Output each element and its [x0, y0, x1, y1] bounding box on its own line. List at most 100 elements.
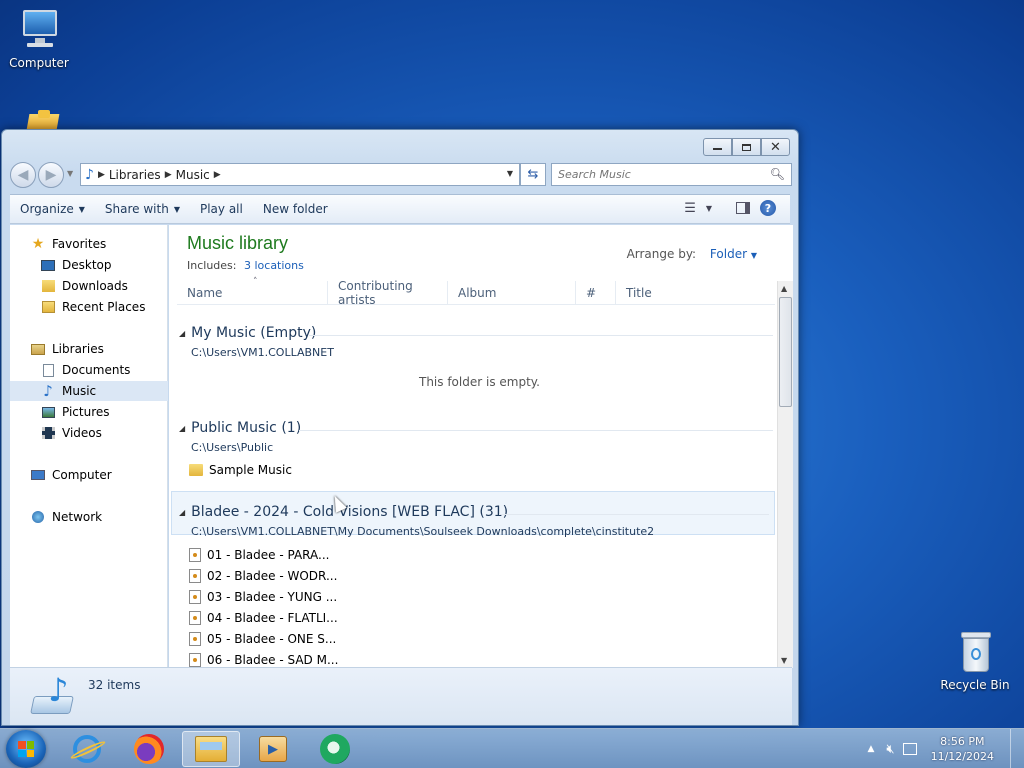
music-icon: ♪: [43, 382, 53, 400]
share-with-button[interactable]: Share with ▼: [95, 202, 190, 216]
preview-pane-icon[interactable]: [736, 202, 750, 214]
breadcrumb-libraries[interactable]: Libraries: [109, 168, 161, 182]
libraries-icon: [30, 341, 46, 357]
nav-label: Computer: [52, 468, 112, 482]
taskbar-windows-explorer[interactable]: [182, 731, 240, 767]
start-button[interactable]: [6, 730, 46, 768]
nav-network[interactable]: Network: [10, 507, 168, 527]
command-bar: Organize ▼ Share with ▼ Play all New folde…: [10, 194, 790, 224]
vertical-scrollbar[interactable]: ▲ ▼: [777, 281, 793, 668]
maximize-button[interactable]: [732, 138, 761, 156]
list-item-track[interactable]: 06 - Bladee - SAD M...: [189, 650, 338, 668]
nav-label: Recent Places: [62, 300, 146, 314]
arrange-by: Arrange by: Folder ▼: [627, 247, 757, 261]
clock-time: 8:56 PM: [940, 735, 985, 748]
nav-downloads[interactable]: Downloads: [10, 276, 168, 296]
collapse-triangle-icon[interactable]: ◢: [179, 424, 185, 433]
close-button[interactable]: ✕: [761, 138, 790, 156]
search-icon: 🔍︎: [769, 167, 785, 181]
group-title: Bladee - 2024 - Cold Visions [WEB FLAC] …: [191, 504, 509, 520]
refresh-button[interactable]: ⇆: [520, 163, 546, 186]
volume-muted-icon[interactable]: 🔇︎: [886, 742, 894, 757]
media-player-icon: ▶: [259, 736, 287, 762]
taskbar-firefox[interactable]: [120, 731, 178, 767]
play-all-label: Play all: [199, 202, 243, 216]
group-header-my-music[interactable]: ◢ My Music (Empty): [179, 325, 316, 341]
clock[interactable]: 8:56 PM 11/12/2024: [931, 734, 994, 764]
taskbar-app-green[interactable]: [306, 731, 364, 767]
audio-file-icon: [189, 569, 201, 583]
play-all-button[interactable]: Play all: [190, 202, 253, 216]
column-name[interactable]: Name: [177, 281, 321, 305]
scrollbar-thumb[interactable]: [779, 297, 792, 407]
column-album[interactable]: Album: [447, 281, 577, 305]
search-box[interactable]: 🔍︎: [551, 163, 792, 186]
group-header-public-music[interactable]: ◢ Public Music (1): [179, 420, 301, 436]
desktop-icon-computer[interactable]: Computer: [1, 8, 77, 70]
view-options-icon[interactable]: ☰: [684, 201, 696, 216]
list-item-track[interactable]: 02 - Bladee - WODR...: [189, 566, 337, 586]
nav-music[interactable]: ♪ Music: [10, 381, 168, 401]
locations-link[interactable]: 3 locations: [244, 259, 304, 272]
scroll-down-icon[interactable]: ▼: [781, 656, 787, 665]
show-desktop-button[interactable]: [1010, 729, 1024, 768]
breadcrumb-separator[interactable]: ▶: [214, 170, 221, 180]
recent-pages-icon[interactable]: ▼: [67, 169, 73, 178]
collapse-triangle-icon[interactable]: ◢: [179, 329, 185, 338]
list-item-track[interactable]: 03 - Bladee - YUNG ...: [189, 587, 337, 607]
new-folder-button[interactable]: New folder: [253, 202, 338, 216]
nav-favorites[interactable]: ★ Favorites: [10, 234, 168, 254]
nav-libraries[interactable]: Libraries: [10, 339, 168, 359]
search-input[interactable]: [558, 168, 768, 181]
taskbar-internet-explorer[interactable]: [58, 731, 116, 767]
list-item-track[interactable]: 01 - Bladee - PARA...: [189, 545, 329, 565]
minimize-button[interactable]: [703, 138, 732, 156]
audio-file-icon: [189, 548, 201, 562]
nav-desktop[interactable]: Desktop: [10, 255, 168, 275]
nav-documents[interactable]: Documents: [10, 360, 168, 380]
group-path: C:\Users\VM1.COLLABNET: [191, 346, 334, 359]
nav-videos[interactable]: Videos: [10, 423, 168, 443]
help-icon[interactable]: ?: [760, 200, 776, 216]
column-contributing-artists[interactable]: Contributing artists: [327, 279, 447, 307]
recent-places-icon: [40, 299, 56, 315]
nav-pictures[interactable]: Pictures: [10, 402, 168, 422]
address-dropdown-icon[interactable]: ▼: [507, 169, 513, 178]
back-button[interactable]: ◀: [10, 162, 36, 188]
audio-file-icon: [189, 632, 201, 646]
view-dropdown-icon[interactable]: ▼: [706, 204, 712, 213]
taskbar: ▶ ▲ 🔇︎ 8:56 PM 11/12/2024: [0, 728, 1024, 768]
desktop-icon: [40, 257, 56, 273]
group-path: C:\Users\VM1.COLLABNET\My Documents\Soul…: [191, 525, 655, 538]
show-hidden-icons-icon[interactable]: ▲: [867, 744, 874, 754]
taskbar-media-player[interactable]: ▶: [244, 731, 302, 767]
breadcrumb-separator[interactable]: ▶: [165, 170, 172, 180]
maximize-icon: [742, 143, 751, 151]
item-count: 32 items: [88, 678, 141, 692]
column-headers: ˄ Name Contributing artists Album # Titl…: [177, 277, 775, 307]
item-label: 02 - Bladee - WODR...: [207, 569, 338, 583]
folder-icon: [189, 464, 203, 476]
arrange-dropdown[interactable]: Folder ▼: [710, 247, 757, 261]
organize-button[interactable]: Organize ▼: [10, 202, 95, 216]
item-label: 03 - Bladee - YUNG ...: [207, 590, 338, 604]
network-status-icon[interactable]: [902, 743, 917, 755]
item-label: Sample Music: [209, 463, 292, 477]
forward-button[interactable]: ▶: [38, 162, 64, 188]
list-item-folder[interactable]: Sample Music: [189, 460, 292, 480]
column-title[interactable]: Title: [615, 281, 759, 305]
desktop-icon-recycle-bin[interactable]: Recycle Bin: [937, 630, 1013, 692]
refresh-icon: ⇆: [527, 167, 539, 182]
column-track-number[interactable]: #: [575, 281, 615, 305]
nav-label: Documents: [62, 363, 131, 377]
list-item-track[interactable]: 05 - Bladee - ONE S...: [189, 629, 336, 649]
address-bar[interactable]: ♪ ▶ Libraries ▶ Music ▶ ▼: [80, 163, 520, 186]
nav-recent-places[interactable]: Recent Places: [10, 297, 168, 317]
caption-buttons: ✕: [703, 138, 790, 156]
breadcrumb-music[interactable]: Music: [176, 168, 210, 182]
collapse-triangle-icon[interactable]: ◢: [179, 508, 185, 517]
scroll-up-icon[interactable]: ▲: [781, 284, 787, 293]
nav-computer[interactable]: Computer: [10, 465, 168, 485]
breadcrumb-separator[interactable]: ▶: [98, 170, 105, 180]
list-item-track[interactable]: 04 - Bladee - FLATLI...: [189, 608, 338, 628]
